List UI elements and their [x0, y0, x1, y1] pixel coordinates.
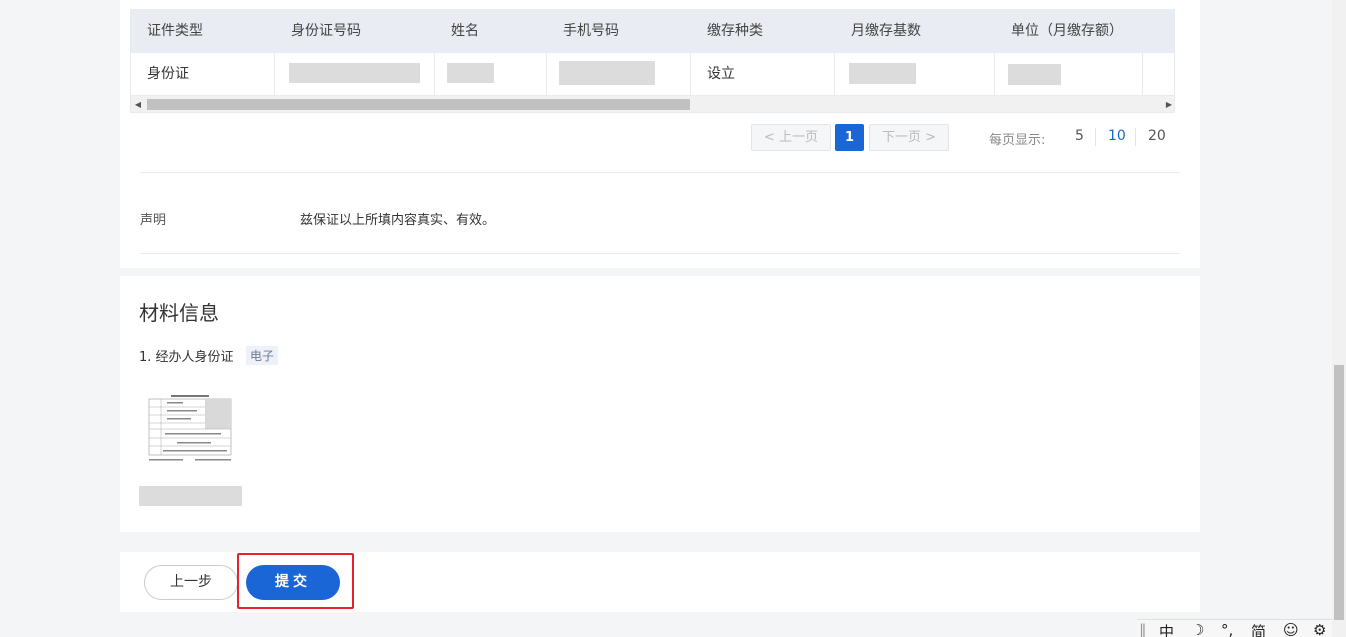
- cell-id-number: [275, 53, 435, 96]
- redacted-mask: [849, 63, 916, 84]
- current-page-button[interactable]: 1: [835, 124, 864, 151]
- table-row: 身份证 设立: [131, 53, 1174, 96]
- material-type-tag: 电子: [246, 346, 279, 365]
- redacted-mask: [447, 63, 494, 83]
- ime-toolbar: ‖ 中 ☽ °, 简 ☺ ⚙: [1137, 619, 1332, 637]
- scroll-left-arrow-icon[interactable]: ◀: [131, 96, 145, 112]
- cell-deposit-type: 设立: [691, 53, 835, 96]
- page-size-5[interactable]: 5: [1075, 128, 1084, 144]
- ime-chinese-mode[interactable]: 中: [1159, 621, 1174, 637]
- table-header: 证件类型 身份证号码 姓名 手机号码 缴存种类 月缴存基数 单位（月缴存额）: [131, 10, 1174, 53]
- cell-base: [835, 53, 995, 96]
- id-card-thumbnail[interactable]: [147, 393, 233, 465]
- page-size-10[interactable]: 10: [1108, 128, 1126, 144]
- col-header-name: 姓名: [451, 23, 479, 39]
- redacted-mask: [139, 486, 242, 506]
- declaration-text: 兹保证以上所填内容真实、有效。: [300, 213, 496, 228]
- punctuation-icon[interactable]: °,: [1221, 621, 1233, 637]
- divider: [140, 172, 1180, 173]
- moon-icon[interactable]: ☽: [1191, 621, 1204, 637]
- redacted-mask: [289, 63, 420, 83]
- personnel-table: 证件类型 身份证号码 姓名 手机号码 缴存种类 月缴存基数 单位（月缴存额） 身…: [130, 9, 1175, 113]
- table-horizontal-scrollbar[interactable]: ◀ ▶: [131, 96, 1174, 112]
- applicant-info-card: 证件类型 身份证号码 姓名 手机号码 缴存种类 月缴存基数 单位（月缴存额） 身…: [120, 0, 1200, 268]
- cell-unit-amount: [995, 53, 1143, 96]
- divider: [140, 253, 1180, 254]
- scroll-right-arrow-icon[interactable]: ▶: [1162, 96, 1174, 112]
- col-header-id-type: 证件类型: [147, 23, 203, 39]
- prev-step-button[interactable]: 上一步: [144, 565, 238, 600]
- scrollbar-thumb[interactable]: [1334, 365, 1344, 620]
- cell-name: [435, 53, 547, 96]
- col-header-id-number: 身份证号码: [291, 23, 361, 39]
- page-size-label: 每页显示:: [989, 133, 1046, 148]
- redacted-mask: [1008, 64, 1061, 85]
- submit-highlight-box: [237, 553, 354, 609]
- redacted-mask: [559, 61, 655, 85]
- scrollbar-thumb[interactable]: [147, 99, 690, 110]
- materials-title: 材料信息: [139, 301, 219, 325]
- col-header-unit-amount: 单位（月缴存额）: [1011, 23, 1123, 39]
- material-item-label: 1. 经办人身份证: [139, 350, 234, 365]
- cell-phone: [547, 53, 691, 96]
- emoji-icon[interactable]: ☺: [1283, 621, 1299, 637]
- col-header-base: 月缴存基数: [851, 23, 921, 39]
- ime-simplified-mode[interactable]: 简: [1251, 621, 1266, 637]
- document-thumbnail-icon: [147, 393, 233, 465]
- cell-id-type: 身份证: [131, 53, 275, 96]
- declaration-label: 声明: [140, 213, 167, 228]
- page-size-divider: [1135, 128, 1136, 146]
- page-size-20[interactable]: 20: [1148, 128, 1166, 144]
- materials-card: 材料信息 1. 经办人身份证 电子: [120, 276, 1200, 532]
- col-header-deposit-type: 缴存种类: [707, 23, 763, 39]
- prev-page-button[interactable]: < 上一页: [751, 124, 831, 151]
- col-header-phone: 手机号码: [563, 23, 619, 39]
- page-vertical-scrollbar[interactable]: [1332, 0, 1346, 637]
- next-page-button[interactable]: 下一页 >: [869, 124, 949, 151]
- page-size-divider: [1095, 128, 1096, 146]
- actions-bar: 上一步 提交: [120, 552, 1200, 612]
- gear-icon[interactable]: ⚙: [1313, 621, 1326, 637]
- ime-grip-icon[interactable]: ‖: [1139, 621, 1147, 637]
